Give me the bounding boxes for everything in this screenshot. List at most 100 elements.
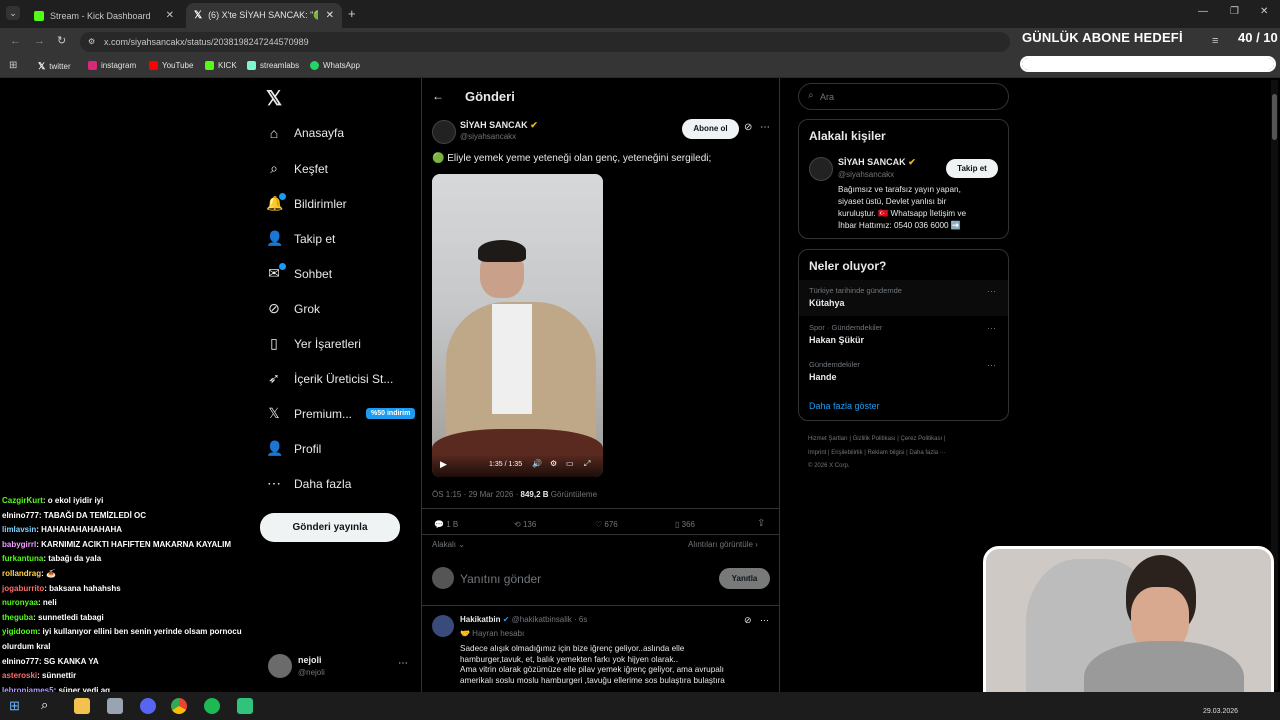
post-button[interactable]: Gönderi yayınla <box>260 513 400 542</box>
more-icon[interactable]: ⋯ <box>987 323 996 334</box>
chat-username[interactable]: yigidoom <box>2 627 38 636</box>
windows-start-icon[interactable]: ⊞ <box>9 698 20 714</box>
chat-username[interactable]: Cazgir­Kurt <box>2 496 43 505</box>
tab-kick-dashboard[interactable]: Stream - Kick Dashboard ✕ <box>26 3 182 28</box>
bookmark-streamlabs[interactable]: streamlabs <box>247 61 299 70</box>
account-handle: @nejoli <box>298 668 325 677</box>
reply-avatar[interactable] <box>432 615 454 637</box>
sidebar-item-notifications[interactable]: 🔔 Bildirimler <box>266 193 347 212</box>
footer-line[interactable]: Hizmet Şartları | Gizlilik Politikası | … <box>808 433 1008 447</box>
app-icon[interactable] <box>107 698 123 714</box>
back-icon[interactable]: ← <box>10 35 21 47</box>
sidebar-item-explore[interactable]: ⌕ Keşfet <box>266 160 328 177</box>
media-icon[interactable]: ≡ <box>1212 35 1218 47</box>
reply-author[interactable]: Hakikatbin ✔ @hakikatbinsalik · 6s <box>460 615 587 624</box>
x-logo-icon[interactable]: 𝕏 <box>266 86 282 111</box>
view-quotes-link[interactable]: Alıntıları görüntüle › <box>688 540 758 549</box>
scrollbar-thumb[interactable] <box>1272 94 1277 140</box>
tab-x-post[interactable]: 𝕏 (6) X'te SİYAH SANCAK: "🟢 Eli ✕ <box>186 3 342 28</box>
chat-username[interactable]: elnino777 <box>2 657 39 666</box>
app-icon[interactable] <box>237 698 253 714</box>
trend-item[interactable]: Spor · Gündemdekiler Hakan Şükür ⋯ <box>799 317 1008 353</box>
spotify-icon[interactable] <box>204 698 220 714</box>
sidebar-item-bookmarks[interactable]: ▯ Yer İşaretleri <box>266 335 361 352</box>
grok-icon[interactable]: ⊘ <box>744 122 752 133</box>
panel-title: Neler oluyor? <box>809 259 887 273</box>
post-video[interactable]: ▶ 1:35 / 1:35 🔊 ⚙ ▭ ⤢ <box>432 174 603 477</box>
chat-username[interactable]: limlavsin <box>2 525 36 534</box>
trend-item[interactable]: Türkiye tarihinde gündemde Kütahya ⋯ <box>799 280 1008 316</box>
more-icon[interactable]: ⋯ <box>760 122 770 133</box>
more-icon[interactable]: ⋯ <box>987 360 996 371</box>
search-icon[interactable]: ⌕ <box>41 697 48 713</box>
tab-search-button[interactable]: ⌄ <box>6 6 20 20</box>
chat-username[interactable]: babygirrl <box>2 540 36 549</box>
play-icon[interactable]: ▶ <box>440 459 447 470</box>
author-name[interactable]: SİYAH SANCAK ✔ <box>460 120 538 131</box>
reply-input[interactable]: Yanıtını gönder <box>460 572 541 586</box>
sidebar-item-follow[interactable]: 👤 Takip et <box>266 230 335 247</box>
chat-text: : tabağı da yala <box>43 554 102 564</box>
sidebar-item-profile[interactable]: 👤 Profil <box>266 440 321 457</box>
search-input[interactable]: ⌕ Ara <box>798 83 1009 110</box>
discord-icon[interactable] <box>140 698 156 714</box>
chat-username[interactable]: furkantuna <box>2 554 43 563</box>
volume-icon[interactable]: 🔊 <box>532 459 542 468</box>
close-icon[interactable]: ✕ <box>166 10 174 21</box>
bookmark-whatsapp[interactable]: WhatsApp <box>310 61 360 70</box>
settings-icon[interactable]: ⚙ <box>550 459 557 468</box>
chat-username[interactable]: jogaburrito <box>2 584 44 593</box>
sidebar-item-home[interactable]: ⌂ Anasayfa <box>266 125 344 141</box>
chat-username[interactable]: elnino777 <box>2 511 39 520</box>
new-tab-button[interactable]: + <box>348 6 356 21</box>
reload-icon[interactable]: ↻ <box>57 34 66 47</box>
sidebar-item-chat[interactable]: ✉ Sohbet <box>266 263 332 282</box>
chat-username[interactable]: theguba <box>2 613 33 622</box>
reply-button[interactable]: Yanıtla <box>719 568 770 589</box>
follow-button[interactable]: Takip et <box>946 159 998 178</box>
back-arrow-icon[interactable]: ← <box>432 89 444 103</box>
show-more-link[interactable]: Daha fazla göster <box>809 401 880 411</box>
close-icon[interactable]: ✕ <box>326 10 334 21</box>
author-avatar[interactable] <box>432 120 456 144</box>
chrome-icon[interactable] <box>171 698 187 714</box>
bookmark-kick[interactable]: KICK <box>205 61 237 70</box>
file-explorer-icon[interactable] <box>74 698 90 714</box>
sidebar-item-creator-studio[interactable]: ➶ İçerik Üreticisi St... <box>266 370 393 387</box>
sidebar-item-more[interactable]: ⋯ Daha fazla <box>266 475 351 492</box>
more-icon[interactable]: ⋯ <box>398 658 408 669</box>
site-info-icon[interactable]: ⚙ <box>88 37 95 46</box>
repost-action[interactable]: ⟲ 136 <box>514 520 536 529</box>
chat-username[interactable]: nuronyaa <box>2 598 38 607</box>
more-icon[interactable]: ⋯ <box>760 615 769 626</box>
captions-icon[interactable]: ▭ <box>566 459 574 468</box>
share-icon[interactable]: ⇪ <box>757 518 765 529</box>
minimize-button[interactable]: — <box>1198 6 1208 17</box>
sort-relevant-dropdown[interactable]: Alakalı ⌄ <box>432 540 465 549</box>
sidebar-item-premium[interactable]: 𝕏 Premium... %50 indirim <box>266 405 416 422</box>
trend-item[interactable]: Gündemdekiler Hande ⋯ <box>799 354 1008 390</box>
streamlabs-icon <box>247 61 256 70</box>
fullscreen-icon[interactable]: ⤢ <box>584 459 590 469</box>
sidebar-item-grok[interactable]: ⊘ Grok <box>266 300 320 317</box>
person-avatar[interactable] <box>809 157 833 181</box>
window-close-button[interactable]: ✕ <box>1260 6 1268 17</box>
bookmark-youtube[interactable]: YouTube <box>149 61 193 70</box>
subscribe-button[interactable]: Abone ol <box>682 119 739 139</box>
chat-username[interactable]: asteroski <box>2 671 37 680</box>
bookmark-instagram[interactable]: instagram <box>88 61 136 70</box>
reply-action[interactable]: 💬 1 B <box>434 520 458 529</box>
footer-line[interactable]: Imprint | Erişilebilirlik | Reklam bilgi… <box>808 447 1008 461</box>
like-action[interactable]: ♡ 676 <box>595 520 618 529</box>
account-switcher[interactable]: nejoli @nejoli ⋯ <box>266 652 412 682</box>
person-name[interactable]: SİYAH SANCAK ✔ <box>838 157 916 168</box>
chat-username[interactable]: rollandrag <box>2 569 41 578</box>
forward-icon[interactable]: → <box>34 35 45 47</box>
url-field[interactable]: ⚙ x.com/siyahsancakx/status/203819824724… <box>80 32 1010 52</box>
maximize-button[interactable]: ❐ <box>1230 6 1239 17</box>
apps-icon[interactable]: ⊞ <box>9 60 17 71</box>
bookmark-twitter[interactable]: 𝕏twitter <box>38 61 71 72</box>
more-icon[interactable]: ⋯ <box>987 286 996 297</box>
grok-icon[interactable]: ⊘ <box>744 615 752 626</box>
bookmark-action[interactable]: ▯ 366 <box>675 520 695 529</box>
